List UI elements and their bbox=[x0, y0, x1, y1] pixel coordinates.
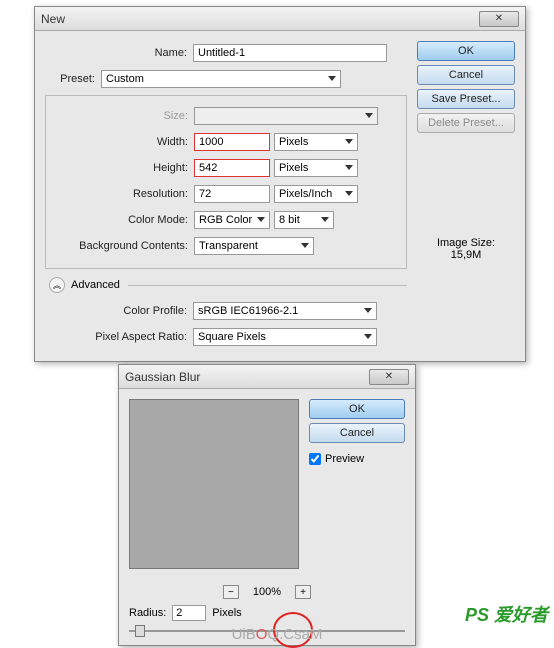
ok-button[interactable]: OK bbox=[417, 41, 515, 61]
preset-label: Preset: bbox=[45, 73, 101, 85]
chevron-down-icon bbox=[365, 113, 373, 118]
close-icon: ✕ bbox=[495, 13, 503, 24]
colorprofile-label: Color Profile: bbox=[45, 305, 193, 317]
image-size-info: Image Size: 15,9M bbox=[417, 237, 515, 261]
preview-checkbox[interactable] bbox=[309, 453, 321, 465]
new-document-dialog: New ✕ Name: Preset: Custom Size: Width: bbox=[34, 6, 526, 362]
chevron-down-icon bbox=[345, 191, 353, 196]
resolution-label: Resolution: bbox=[46, 188, 194, 200]
watermark-site: UiBOQ.CsaM bbox=[232, 626, 323, 643]
pixelaspect-dropdown[interactable]: Square Pixels bbox=[193, 328, 377, 346]
resolution-input[interactable] bbox=[194, 185, 270, 203]
radius-label: Radius: bbox=[129, 607, 166, 619]
chevron-down-icon bbox=[301, 243, 309, 248]
colormode-dropdown[interactable]: RGB Color bbox=[194, 211, 270, 229]
colorprofile-dropdown[interactable]: sRGB IEC61966-2.1 bbox=[193, 302, 377, 320]
divider bbox=[128, 285, 407, 286]
name-label: Name: bbox=[45, 47, 193, 59]
titlebar: Gaussian Blur ✕ bbox=[119, 365, 415, 389]
colormode-label: Color Mode: bbox=[46, 214, 194, 226]
zoom-value: 100% bbox=[253, 586, 281, 598]
bgcontents-dropdown[interactable]: Transparent bbox=[194, 237, 314, 255]
delete-preset-button: Delete Preset... bbox=[417, 113, 515, 133]
watermark-logo: PS 爱好者 bbox=[465, 601, 548, 627]
preview-checkbox-row: Preview bbox=[309, 453, 405, 465]
cancel-button[interactable]: Cancel bbox=[417, 65, 515, 85]
height-unit-dropdown[interactable]: Pixels bbox=[274, 159, 358, 177]
width-unit-dropdown[interactable]: Pixels bbox=[274, 133, 358, 151]
close-button[interactable]: ✕ bbox=[479, 11, 519, 27]
size-dropdown bbox=[194, 107, 378, 125]
chevron-down-icon bbox=[345, 139, 353, 144]
chevron-down-icon bbox=[364, 334, 372, 339]
ok-button[interactable]: OK bbox=[309, 399, 405, 419]
chevron-down-icon bbox=[257, 217, 265, 222]
button-column: OK Cancel Save Preset... Delete Preset..… bbox=[417, 41, 515, 351]
radius-input[interactable] bbox=[172, 605, 206, 621]
minus-icon: − bbox=[228, 587, 234, 598]
close-button[interactable]: ✕ bbox=[369, 369, 409, 385]
chevron-up-icon: ︽ bbox=[49, 277, 65, 293]
radius-unit: Pixels bbox=[212, 607, 241, 619]
cancel-button[interactable]: Cancel bbox=[309, 423, 405, 443]
preset-panel: Size: Width: Pixels Height: Pixels Resol… bbox=[45, 95, 407, 269]
dialog-title: New bbox=[41, 12, 65, 26]
preset-dropdown[interactable]: Custom bbox=[101, 70, 341, 88]
form-area: Name: Preset: Custom Size: Width: Pixels bbox=[45, 41, 407, 351]
preview-image bbox=[129, 399, 299, 569]
resolution-unit-dropdown[interactable]: Pixels/Inch bbox=[274, 185, 358, 203]
height-input[interactable] bbox=[194, 159, 270, 177]
save-preset-button[interactable]: Save Preset... bbox=[417, 89, 515, 109]
chevron-down-icon bbox=[321, 217, 329, 222]
chevron-down-icon bbox=[328, 76, 336, 81]
plus-icon: + bbox=[300, 587, 306, 598]
zoom-controls: − 100% + bbox=[119, 585, 415, 599]
titlebar: New ✕ bbox=[35, 7, 525, 31]
pixelaspect-label: Pixel Aspect Ratio: bbox=[45, 331, 193, 343]
width-label: Width: bbox=[46, 136, 194, 148]
height-label: Height: bbox=[46, 162, 194, 174]
zoom-out-button[interactable]: − bbox=[223, 585, 239, 599]
zoom-in-button[interactable]: + bbox=[295, 585, 311, 599]
bgcontents-label: Background Contents: bbox=[46, 240, 194, 252]
chevron-down-icon bbox=[364, 308, 372, 313]
close-icon: ✕ bbox=[385, 371, 393, 382]
slider-thumb[interactable] bbox=[135, 625, 145, 637]
bitdepth-dropdown[interactable]: 8 bit bbox=[274, 211, 334, 229]
width-input[interactable] bbox=[194, 133, 270, 151]
dialog-title: Gaussian Blur bbox=[125, 370, 200, 384]
gaussian-blur-dialog: Gaussian Blur ✕ OK Cancel Preview − 100%… bbox=[118, 364, 416, 646]
chevron-down-icon bbox=[345, 165, 353, 170]
size-label: Size: bbox=[46, 110, 194, 122]
name-input[interactable] bbox=[193, 44, 387, 62]
advanced-toggle[interactable]: ︽ Advanced bbox=[49, 277, 407, 293]
